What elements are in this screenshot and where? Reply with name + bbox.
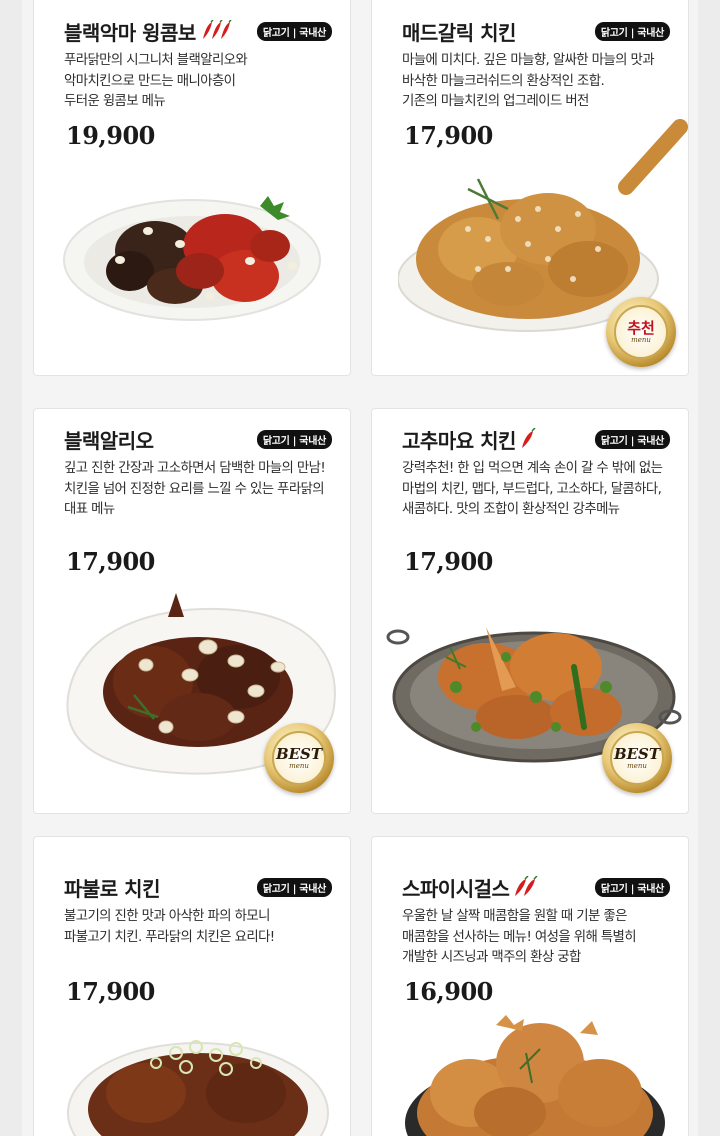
pepper-icon — [512, 876, 540, 898]
origin-badge: 닭고기 | 국내산 — [256, 22, 332, 41]
menu-card-spicy-girls[interactable]: 스파이시걸스 닭고기 | 국내산 우울한 날 살짝 매콤함을 원할 때 기분 좋… — [371, 836, 689, 1136]
menu-description: 우울한 날 살짝 매콤함을 원할 때 기분 좋은 매콤함을 선사하는 메뉴! 여… — [402, 909, 637, 965]
menu-card-black-alio[interactable]: 블랙알리오 닭고기 | 국내산 깊고 진한 간장과 고소하면서 담백한 마늘의 … — [33, 408, 351, 814]
menu-description: 마늘에 미치다. 깊은 마늘향, 알싸한 마늘의 맛과 바삭한 마늘크러쉬드의 … — [402, 53, 655, 109]
menu-title: 블랙알리오 — [64, 428, 154, 453]
menu-description: 강력추천! 한 입 먹으면 계속 손이 갈 수 밖에 없는 마법의 치킨, 맵다… — [402, 461, 663, 517]
menu-title: 블랙악마 윙콤보 — [64, 20, 196, 45]
origin-badge: 닭고기 | 국내산 — [594, 430, 670, 449]
menu-title: 고추마요 치킨 — [402, 428, 516, 453]
best-medal-badge: BEST menu — [264, 723, 334, 793]
origin-badge: 닭고기 | 국내산 — [594, 878, 670, 897]
recommend-medal-badge: 추천 menu — [606, 297, 676, 367]
menu-card-pabulro-chicken[interactable]: 파불로 치킨 닭고기 | 국내산 불고기의 진한 맛과 아삭한 파의 하모니 파… — [33, 836, 351, 1136]
menu-title: 매드갈릭 치킨 — [402, 20, 516, 45]
origin-badge: 닭고기 | 국내산 — [594, 22, 670, 41]
menu-card-gochu-mayo-chicken[interactable]: 고추마요 치킨 닭고기 | 국내산 강력추천! 한 입 먹으면 계속 손이 갈 … — [371, 408, 689, 814]
menu-title: 파불로 치킨 — [64, 876, 160, 901]
pepper-icon — [519, 428, 537, 450]
origin-badge: 닭고기 | 국내산 — [256, 430, 332, 449]
menu-price: 17,900 — [66, 977, 155, 1006]
origin-badge: 닭고기 | 국내산 — [256, 878, 332, 897]
menu-grid: 블랙악마 윙콤보 닭고기 | 국내산 푸라닭만의 시그니처 블랙알리오와 악마치… — [22, 0, 698, 1136]
menu-price: 16,900 — [404, 977, 493, 1006]
menu-title: 스파이시걸스 — [402, 876, 510, 901]
best-medal-badge: BEST menu — [602, 723, 672, 793]
menu-description: 깊고 진한 간장과 고소하면서 담백한 마늘의 만남! 치킨을 넘어 진정한 요… — [64, 461, 326, 517]
menu-description: 푸라닭만의 시그니처 블랙알리오와 악마치킨으로 만드는 매니아층이 두터운 윙… — [64, 53, 248, 109]
spicy-girls-plate-image — [405, 1015, 665, 1136]
pabulro-plate-image — [67, 1040, 329, 1136]
menu-price: 17,900 — [404, 547, 493, 576]
menu-price: 19,900 — [66, 121, 155, 150]
menu-card-black-devil-wing-combo[interactable]: 블랙악마 윙콤보 닭고기 | 국내산 푸라닭만의 시그니처 블랙알리오와 악마치… — [33, 0, 351, 376]
menu-card-mad-garlic-chicken[interactable]: 매드갈릭 치킨 닭고기 | 국내산 마늘에 미치다. 깊은 마늘향, 알싸한 마… — [371, 0, 689, 376]
menu-price: 17,900 — [66, 547, 155, 576]
wing-combo-plate-image — [63, 196, 321, 321]
pepper-icon — [199, 20, 233, 42]
menu-description: 불고기의 진한 맛과 아삭한 파의 하모니 파불고기 치킨. 푸라닭의 치킨은 … — [64, 909, 275, 945]
